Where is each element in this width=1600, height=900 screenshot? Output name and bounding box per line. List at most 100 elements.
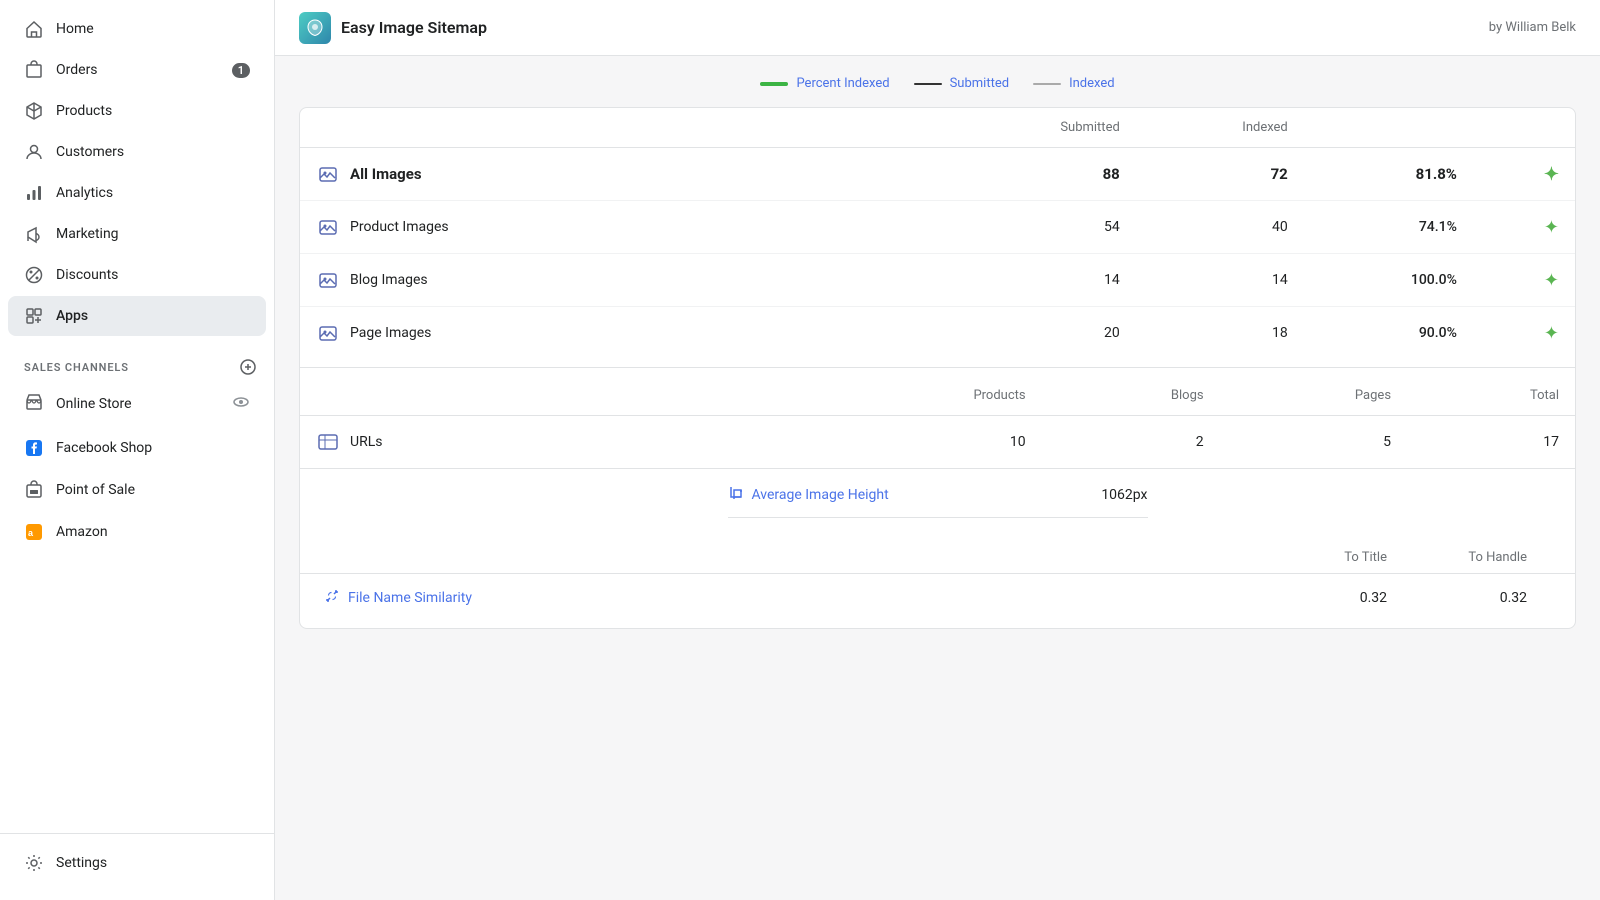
legend-submitted[interactable]: Submitted: [914, 76, 1009, 91]
sidebar-item-apps-label: Apps: [56, 308, 88, 324]
page-images-submitted: 20: [938, 307, 1136, 360]
sidebar-item-analytics[interactable]: Analytics: [8, 173, 266, 213]
page-images-label: Page Images: [350, 325, 431, 341]
avg-image-height-value: 1062px: [1101, 487, 1147, 503]
pos-icon: [24, 480, 44, 500]
file-name-similarity-link[interactable]: File Name Similarity: [324, 588, 1307, 608]
page-images-icon: [316, 321, 340, 345]
blog-images-percent: 100.0%: [1304, 254, 1473, 307]
author-label: by William Belk: [1489, 20, 1576, 35]
amazon-icon: a: [24, 522, 44, 542]
urls-table: Products Blogs Pages Total: [300, 376, 1575, 468]
sidebar-item-products-label: Products: [56, 103, 112, 119]
file-name-similarity-label: File Name Similarity: [348, 590, 472, 606]
main-content: Easy Image Sitemap by William Belk Perce…: [275, 0, 1600, 900]
avg-image-height-label: Average Image Height: [752, 487, 889, 503]
sidebar-item-analytics-label: Analytics: [56, 185, 113, 201]
urls-pages: 5: [1220, 416, 1407, 469]
sidebar-item-online-store[interactable]: Online Store: [8, 382, 266, 426]
urls-products: 10: [810, 416, 1042, 469]
sidebar-item-orders-label: Orders: [56, 62, 98, 78]
app-title-area: Easy Image Sitemap: [299, 12, 487, 44]
indexed-line: [1033, 83, 1061, 85]
table-row: Page Images 20 18 90.0% ✦: [300, 307, 1575, 360]
legend-indexed[interactable]: Indexed: [1033, 76, 1115, 91]
table-row: Blog Images 14 14 100.0% ✦: [300, 254, 1575, 307]
sidebar-item-facebook-shop[interactable]: Facebook Shop: [8, 428, 266, 468]
all-images-star: ✦: [1473, 148, 1575, 201]
urls-col-pages: Pages: [1220, 376, 1407, 416]
blog-images-indexed: 14: [1136, 254, 1304, 307]
sidebar-item-home[interactable]: Home: [8, 9, 266, 49]
discounts-icon: [24, 265, 44, 285]
chart-legend: Percent Indexed Submitted Indexed: [299, 76, 1576, 91]
row-label-cell: Blog Images: [300, 254, 938, 307]
star-icon: ✦: [1544, 217, 1559, 238]
blog-images-icon: [316, 268, 340, 292]
urls-icon: [316, 430, 340, 454]
similarity-icon: [324, 588, 340, 608]
product-images-indexed: 40: [1136, 201, 1304, 254]
home-icon: [24, 19, 44, 39]
main-card: Submitted Indexed: [299, 107, 1576, 629]
sidebar-item-online-store-label: Online Store: [56, 396, 132, 412]
sidebar-item-customers[interactable]: Customers: [8, 132, 266, 172]
sidebar-item-orders[interactable]: Orders 1: [8, 50, 266, 90]
avg-image-height-link[interactable]: Average Image Height: [728, 485, 889, 505]
legend-indexed-label: Indexed: [1069, 76, 1115, 91]
col-header-indexed: Indexed: [1136, 108, 1304, 148]
marketing-icon: [24, 224, 44, 244]
star-icon: ✦: [1544, 164, 1559, 185]
app-icon: [299, 12, 331, 44]
sidebar-item-discounts[interactable]: Discounts: [8, 255, 266, 295]
sidebar-item-point-of-sale[interactable]: Point of Sale: [8, 470, 266, 510]
content-area: Percent Indexed Submitted Indexed Submit…: [275, 56, 1600, 900]
legend-percent-indexed-label: Percent Indexed: [796, 76, 889, 91]
page-images-indexed: 18: [1136, 307, 1304, 360]
col-header-submitted: Submitted: [938, 108, 1136, 148]
product-images-submitted: 54: [938, 201, 1136, 254]
sidebar-nav: Home Orders 1 Products Customers Analy: [0, 8, 274, 337]
col-header-empty: [300, 108, 938, 148]
apps-icon: [24, 306, 44, 326]
blog-images-label: Blog Images: [350, 272, 428, 288]
add-sales-channel-button[interactable]: [238, 357, 258, 377]
submitted-line: [914, 83, 942, 85]
app-title-text: Easy Image Sitemap: [341, 18, 487, 37]
sidebar-item-point-of-sale-label: Point of Sale: [56, 482, 135, 498]
product-images-icon: [316, 215, 340, 239]
blog-images-submitted: 14: [938, 254, 1136, 307]
to-title-value: 0.32: [1307, 590, 1387, 606]
table-row: URLs 10 2 5 17: [300, 416, 1575, 469]
table-row: All Images 88 72 81.8% ✦: [300, 148, 1575, 201]
product-images-label: Product Images: [350, 219, 449, 235]
to-handle-header: To Handle: [1447, 550, 1527, 565]
file-name-similarity-section: To Title To Handle File Name Similarity …: [300, 534, 1575, 628]
orders-badge: 1: [232, 63, 250, 78]
sidebar-item-products[interactable]: Products: [8, 91, 266, 131]
urls-label-cell: URLs: [300, 416, 810, 469]
online-store-eye-icon[interactable]: [232, 393, 250, 415]
percent-indexed-line: [760, 82, 788, 86]
sidebar-item-amazon[interactable]: a Amazon: [8, 512, 266, 552]
urls-col-total: Total: [1407, 376, 1575, 416]
legend-percent-indexed[interactable]: Percent Indexed: [760, 76, 889, 91]
sidebar-item-marketing[interactable]: Marketing: [8, 214, 266, 254]
table-row: Product Images 54 40 74.1% ✦: [300, 201, 1575, 254]
page-images-star: ✦: [1473, 307, 1575, 360]
urls-col-empty: [300, 376, 810, 416]
customers-icon: [24, 142, 44, 162]
all-images-percent: 81.8%: [1304, 148, 1473, 201]
sidebar-item-settings[interactable]: Settings: [8, 843, 266, 883]
all-images-submitted: 88: [938, 148, 1136, 201]
avg-image-height-section: Average Image Height 1062px: [300, 468, 1575, 534]
sidebar-item-facebook-shop-label: Facebook Shop: [56, 440, 152, 456]
all-images-icon: [316, 162, 340, 186]
sidebar-item-settings-label: Settings: [56, 855, 107, 871]
sidebar-item-apps[interactable]: Apps: [8, 296, 266, 336]
sales-channels-label: SALES CHANNELS: [24, 361, 129, 374]
products-icon: [24, 101, 44, 121]
sales-channels-section: SALES CHANNELS: [0, 345, 274, 381]
sidebar-item-marketing-label: Marketing: [56, 226, 119, 242]
crop-icon: [728, 485, 744, 505]
